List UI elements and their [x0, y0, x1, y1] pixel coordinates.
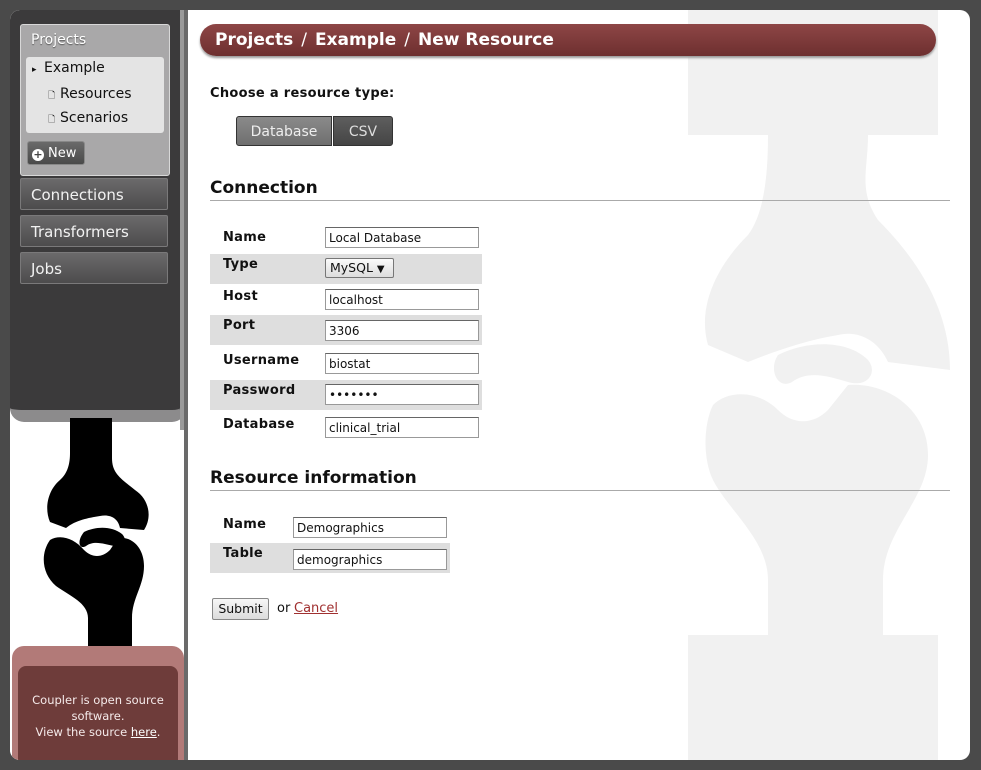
new-project-button[interactable]: + New — [27, 141, 85, 165]
new-button-label: New — [48, 146, 77, 161]
connection-divider — [210, 200, 950, 201]
field-label: Name — [223, 230, 267, 245]
tree-item-label: Example — [44, 60, 105, 76]
nav-transformers[interactable]: Transformers — [20, 215, 168, 247]
main-content: Projects / Example / New Resource Choose a r… — [188, 10, 970, 760]
field-label: Table — [223, 546, 264, 561]
nav-jobs[interactable]: Jobs — [20, 252, 168, 284]
connection-heading: Connection — [210, 178, 318, 198]
database-input[interactable] — [325, 417, 479, 438]
nav-connections[interactable]: Connections — [20, 178, 168, 210]
tree-item-scenarios[interactable]: 🗋 Scenarios — [48, 110, 128, 128]
field-label: Username — [223, 353, 300, 368]
resource-type-prompt: Choose a resource type: — [210, 86, 395, 101]
dropdown-arrow-icon: ▼ — [376, 264, 385, 275]
tree-item-label: Scenarios — [60, 110, 129, 126]
footer-text-line1: Coupler is open source software. — [32, 693, 164, 723]
field-label: Type — [223, 257, 259, 272]
tree-item-resources[interactable]: 🗋 Resources — [48, 86, 132, 104]
document-icon: 🗋 — [48, 91, 56, 101]
background-logo-watermark — [688, 10, 950, 760]
type-database-button[interactable]: Database — [236, 116, 332, 146]
breadcrumb-separator: / — [301, 30, 307, 50]
connection-name-input[interactable] — [325, 227, 479, 248]
app-window: Projects ▸ Example 🗋 Resources 🗋 Scenarios … — [10, 10, 970, 760]
resource-info-heading: Resource information — [210, 468, 417, 488]
username-input[interactable] — [325, 353, 479, 374]
or-text: or — [277, 601, 291, 616]
source-link[interactable]: here — [131, 725, 157, 739]
footer-content: Coupler is open source software. View th… — [18, 666, 178, 760]
select-value: MySQL — [330, 260, 373, 275]
breadcrumb-projects[interactable]: Projects — [215, 30, 293, 50]
cancel-link[interactable]: Cancel — [294, 601, 338, 616]
host-input[interactable] — [325, 289, 479, 310]
footer-text-suffix: . — [156, 725, 161, 739]
tree-item-label: Resources — [60, 86, 132, 102]
breadcrumb-separator: / — [404, 30, 410, 50]
field-label: Name — [223, 517, 267, 532]
caret-right-icon: ▸ — [32, 65, 37, 75]
field-label: Host — [223, 289, 258, 304]
connection-type-select[interactable]: MySQL ▼ — [325, 258, 394, 278]
submit-button[interactable]: Submit — [212, 598, 269, 620]
coupler-logo-icon — [43, 418, 149, 658]
resource-name-input[interactable] — [293, 517, 447, 538]
footer: Coupler is open source software. View th… — [12, 646, 184, 760]
table-input[interactable] — [293, 549, 447, 570]
type-csv-button[interactable]: CSV — [333, 116, 393, 146]
projects-panel: Projects ▸ Example 🗋 Resources 🗋 Scenarios … — [20, 24, 170, 176]
breadcrumb: Projects / Example / New Resource — [200, 24, 936, 56]
password-input[interactable] — [325, 384, 479, 405]
tree-item-example[interactable]: ▸ Example — [32, 60, 105, 76]
plus-circle-icon: + — [32, 148, 44, 161]
field-label: Database — [223, 417, 295, 432]
breadcrumb-example[interactable]: Example — [315, 30, 396, 50]
sidebar: Projects ▸ Example 🗋 Resources 🗋 Scenarios … — [10, 10, 188, 760]
projects-title[interactable]: Projects — [31, 32, 86, 48]
field-label: Password — [223, 383, 296, 398]
resource-info-divider — [210, 490, 950, 491]
port-input[interactable] — [325, 320, 479, 341]
project-tree: ▸ Example 🗋 Resources 🗋 Scenarios — [26, 57, 164, 133]
breadcrumb-current: New Resource — [417, 30, 554, 50]
footer-text-prefix: View the source — [35, 725, 131, 739]
document-icon: 🗋 — [48, 115, 56, 125]
field-label: Port — [223, 318, 256, 333]
footer-text-line2: View the source here. — [18, 724, 178, 740]
